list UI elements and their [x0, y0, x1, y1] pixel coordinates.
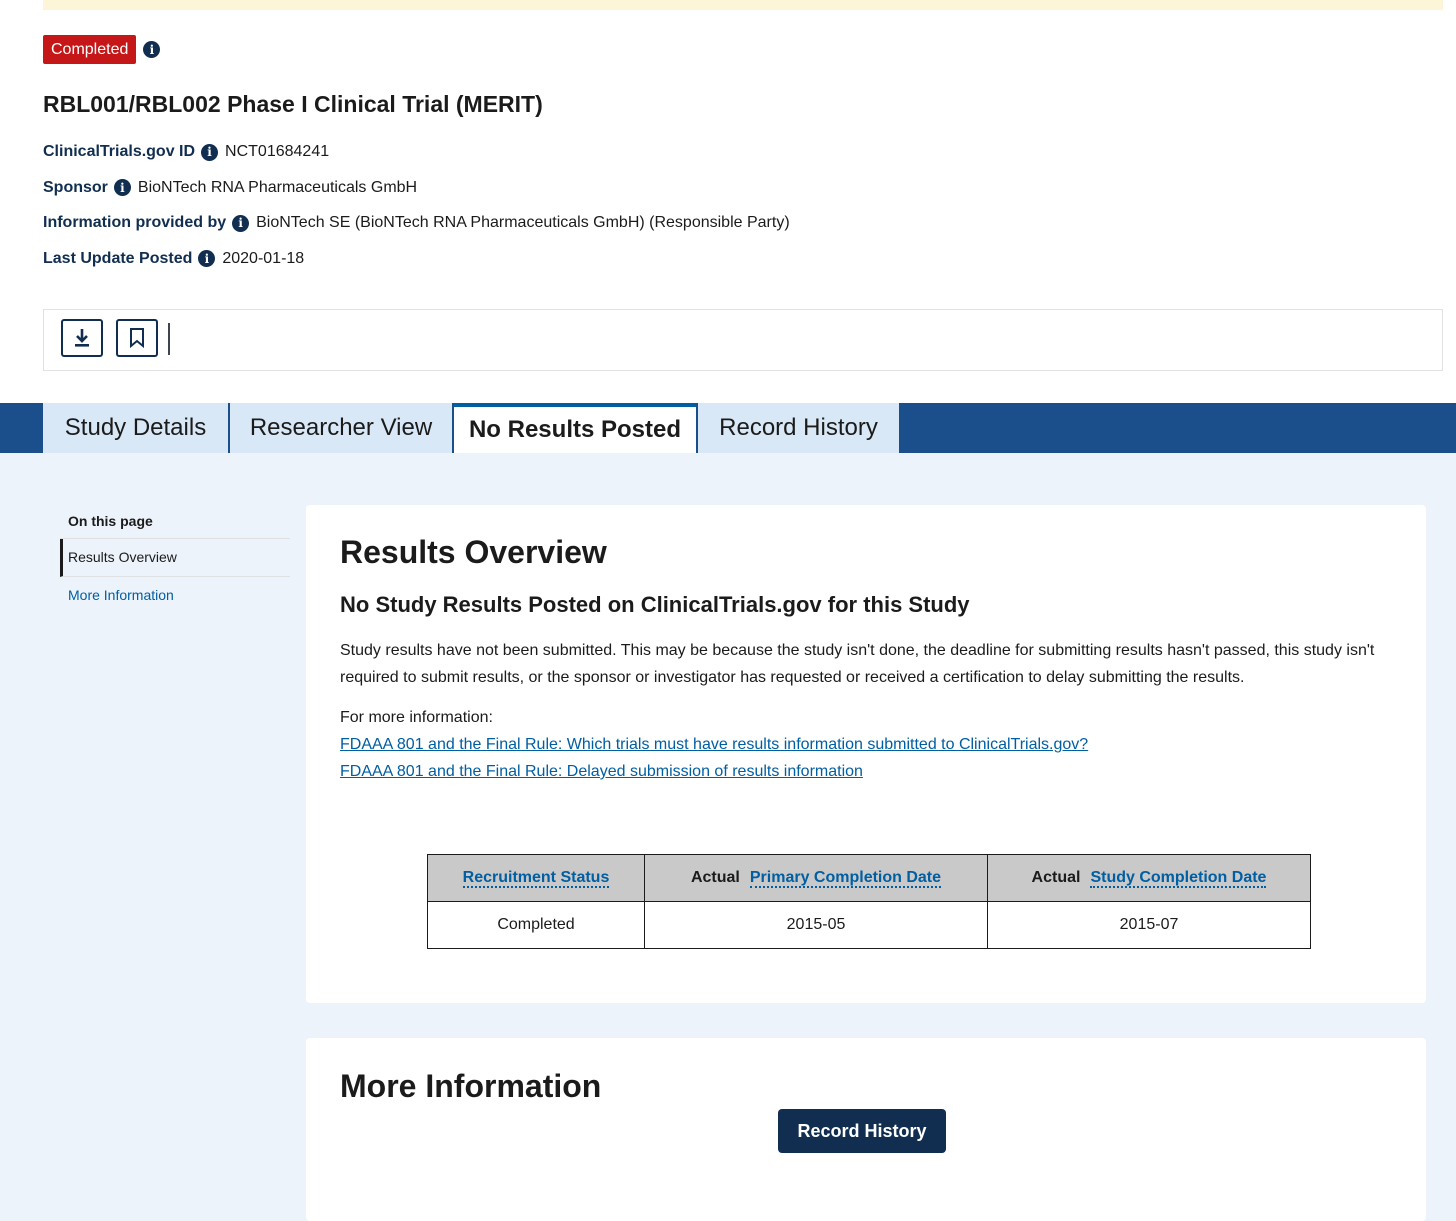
tab-no-results-posted[interactable]: No Results Posted	[454, 403, 696, 453]
section-subtitle: No Study Results Posted on ClinicalTrial…	[340, 592, 970, 617]
table-cell: 2015-07	[987, 901, 1311, 949]
meta-value: BioNTech SE (BioNTech RNA Pharmaceutical…	[256, 214, 790, 231]
more-info-block: For more information: FDAAA 801 and the …	[340, 704, 1088, 785]
table-cell: Completed	[427, 901, 645, 949]
download-icon	[75, 329, 89, 347]
more-info-label: For more information:	[340, 709, 493, 726]
info-icon[interactable]: i	[201, 143, 219, 161]
meta-label: Last Update Posted	[43, 249, 193, 267]
table-header-row: Recruitment Status Actual Primary Complet…	[427, 854, 1311, 902]
table-header: Actual Primary Completion Date	[644, 854, 988, 902]
page-title: RBL001/RBL002 Phase I Clinical Trial (ME…	[43, 91, 543, 117]
meta-value: BioNTech RNA Pharmaceuticals GmbH	[137, 178, 418, 196]
tab-record-history[interactable]: Record History	[698, 403, 899, 453]
table-header: Actual Study Completion Date	[987, 854, 1311, 902]
download-button[interactable]	[61, 319, 103, 357]
meta-value: NCT01684241	[225, 143, 330, 160]
table-cell: 2015-05	[644, 901, 988, 949]
more-information-card: More Information Record History	[306, 1038, 1426, 1221]
meta-label: ClinicalTrials.gov ID	[43, 143, 196, 160]
tab-researcher-view[interactable]: Researcher View	[230, 403, 452, 453]
info-icon[interactable]: i	[198, 250, 216, 267]
primary-completion-date-term[interactable]: Primary Completion Date	[749, 869, 942, 888]
bookmark-icon	[130, 328, 144, 349]
meta-row-nct-id: ClinicalTrials.gov ID i NCT01684241	[43, 142, 1443, 162]
record-history-button[interactable]: Record History	[778, 1109, 946, 1153]
tab-bar: Study Details Researcher View No Results…	[0, 403, 1456, 453]
results-description: Study results have not been submitted. T…	[340, 642, 1375, 686]
study-completion-date-term[interactable]: Study Completion Date	[1090, 869, 1267, 888]
header-prefix: Actual	[690, 869, 740, 886]
meta-row-last-update: Last Update Posted i 2020-01-18	[43, 249, 1443, 269]
meta-row-sponsor: Sponsor i BioNTech RNA Pharmaceuticals G…	[43, 178, 1443, 198]
tab-study-details[interactable]: Study Details	[43, 403, 228, 453]
info-icon[interactable]: i	[113, 179, 131, 196]
header-prefix: Actual	[1031, 869, 1081, 886]
meta-row-provided-by: Information provided by i BioNTech SE (B…	[43, 213, 1443, 233]
meta-value: 2020-01-18	[222, 249, 305, 267]
info-icon[interactable]: i	[232, 214, 250, 232]
status-row: Completed i	[43, 35, 1443, 64]
info-icon[interactable]: i	[143, 41, 161, 58]
toolbar-divider	[168, 323, 170, 355]
recruitment-status-term[interactable]: Recruitment Status	[462, 869, 610, 888]
fdaaa-which-trials-link[interactable]: FDAAA 801 and the Final Rule: Which tria…	[340, 731, 1088, 758]
status-badge: Completed	[43, 35, 137, 64]
sidenav-item-more-information[interactable]: More Information	[60, 577, 290, 614]
results-overview-card: Results Overview No Study Results Posted…	[306, 505, 1426, 1003]
action-toolbar	[43, 309, 1443, 371]
table-header: Recruitment Status	[427, 854, 645, 902]
sidenav-heading: On this page	[60, 511, 290, 539]
sidenav-item-results-overview[interactable]: Results Overview	[60, 539, 290, 577]
meta-label: Sponsor	[43, 178, 108, 196]
section-title: More Information	[340, 1068, 602, 1104]
fdaaa-delayed-submission-link[interactable]: FDAAA 801 and the Final Rule: Delayed su…	[340, 758, 1088, 785]
completion-status-table: Recruitment Status Actual Primary Complet…	[427, 854, 1311, 949]
meta-label: Information provided by	[43, 214, 227, 231]
alert-strip	[43, 0, 1443, 10]
study-meta: ClinicalTrials.gov ID i NCT01684241 Spon…	[43, 142, 1443, 269]
on-this-page-nav: On this page Results Overview More Infor…	[60, 511, 290, 614]
bookmark-button[interactable]	[116, 319, 158, 357]
section-title: Results Overview	[340, 534, 607, 570]
table-row: Completed 2015-05 2015-07	[427, 901, 1311, 949]
study-header: Completed i RBL001/RBL002 Phase I Clinic…	[43, 35, 1443, 284]
